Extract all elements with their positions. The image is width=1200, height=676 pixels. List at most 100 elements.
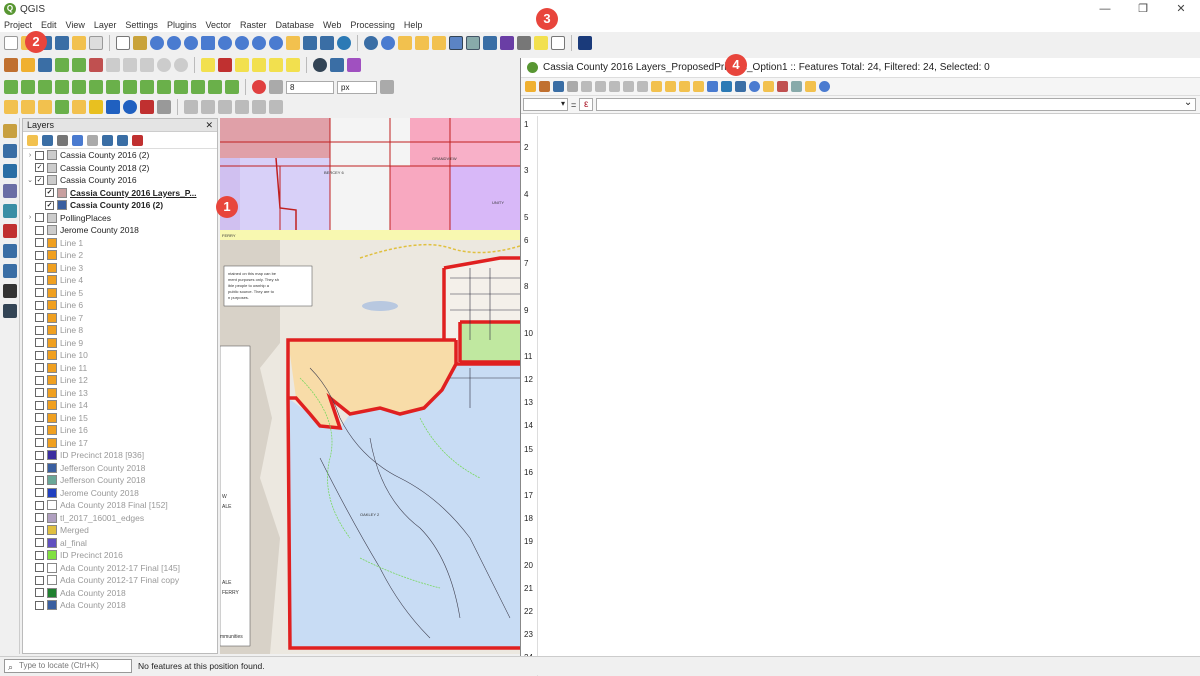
layer-item[interactable]: Ada County 2018 Final [152] bbox=[23, 499, 217, 512]
save-edits-icon[interactable] bbox=[38, 58, 52, 72]
redo-icon[interactable] bbox=[174, 58, 188, 72]
add-layer-icon[interactable] bbox=[3, 144, 17, 158]
layer-visibility-checkbox[interactable] bbox=[35, 413, 44, 423]
zoom-in-icon[interactable] bbox=[150, 36, 164, 50]
new-project-icon[interactable] bbox=[4, 36, 18, 50]
select-features-icon[interactable] bbox=[398, 36, 412, 50]
zoom-last-icon[interactable] bbox=[252, 36, 266, 50]
layer-visibility-checkbox[interactable] bbox=[35, 575, 44, 585]
curve-icon[interactable] bbox=[140, 100, 154, 114]
table-row-number[interactable]: 21 bbox=[521, 580, 537, 603]
bee-icon[interactable] bbox=[89, 100, 103, 114]
layer-visibility-checkbox[interactable] bbox=[35, 563, 44, 573]
expression-epsilon-button[interactable]: ε bbox=[579, 98, 594, 111]
map-svg[interactable]: GRANDVIEW UNITY BERCEY 6 FERRY ntained o… bbox=[220, 118, 520, 654]
text-annotation-icon[interactable] bbox=[551, 36, 565, 50]
globe-plugin-icon[interactable] bbox=[313, 58, 327, 72]
layer-item[interactable]: ✓ Cassia County 2016 Layers_P... bbox=[23, 187, 217, 200]
layer-visibility-checkbox[interactable] bbox=[35, 213, 44, 223]
layer-item[interactable]: Ada County 2018 bbox=[23, 587, 217, 600]
plugin-icon[interactable] bbox=[347, 58, 361, 72]
python-icon[interactable] bbox=[330, 58, 344, 72]
table-row-number[interactable]: 16 bbox=[521, 464, 537, 487]
table-row-number[interactable]: 2 bbox=[521, 139, 537, 162]
print-layout-icon[interactable] bbox=[72, 36, 86, 50]
offset-curve-icon[interactable] bbox=[140, 80, 154, 94]
layer-item[interactable]: Line 9 bbox=[23, 337, 217, 350]
locator-search-input[interactable]: ⌕ Type to locate (Ctrl+K) bbox=[4, 659, 132, 673]
add-wfs-layer-icon[interactable] bbox=[3, 264, 17, 278]
maximize-button[interactable]: ❐ bbox=[1124, 0, 1162, 18]
expand-toggle-icon[interactable]: › bbox=[25, 214, 35, 221]
rotate-feature-icon[interactable] bbox=[218, 100, 232, 114]
table-row-number[interactable]: 15 bbox=[521, 441, 537, 464]
layer-visibility-checkbox[interactable] bbox=[35, 225, 44, 235]
layer-visibility-checkbox[interactable] bbox=[35, 313, 44, 323]
select-by-expression-icon[interactable] bbox=[415, 36, 429, 50]
layer-item[interactable]: Line 13 bbox=[23, 387, 217, 400]
measure-icon[interactable] bbox=[517, 36, 531, 50]
menu-plugins[interactable]: Plugins bbox=[167, 20, 197, 30]
layer-item[interactable]: Line 12 bbox=[23, 374, 217, 387]
add-point-icon[interactable] bbox=[3, 224, 17, 238]
conditional-formatting-icon[interactable] bbox=[805, 81, 816, 92]
manage-map-themes-icon[interactable] bbox=[57, 134, 68, 146]
layer-item[interactable]: Merged bbox=[23, 524, 217, 537]
layer-visibility-checkbox[interactable] bbox=[35, 363, 44, 373]
add-ring-icon[interactable] bbox=[38, 80, 52, 94]
delete-ring-icon[interactable] bbox=[89, 80, 103, 94]
copy-icon[interactable] bbox=[123, 58, 137, 72]
merge-attributes-icon[interactable] bbox=[208, 80, 222, 94]
pin-labels-icon[interactable] bbox=[218, 58, 232, 72]
select-by-expression-table-icon[interactable] bbox=[651, 81, 662, 92]
move-feature-icon[interactable] bbox=[201, 100, 215, 114]
table-row-number[interactable]: 5 bbox=[521, 209, 537, 232]
add-vector-icon[interactable] bbox=[4, 100, 18, 114]
layer-item[interactable]: Line 4 bbox=[23, 274, 217, 287]
delete-selected-icon[interactable] bbox=[89, 58, 103, 72]
layer-visibility-checkbox[interactable] bbox=[35, 488, 44, 498]
identify-icon[interactable] bbox=[364, 36, 378, 50]
select-all-icon[interactable] bbox=[665, 81, 676, 92]
fill-ring-icon[interactable] bbox=[72, 80, 86, 94]
table-row-number[interactable]: 13 bbox=[521, 394, 537, 417]
add-feature-table-icon[interactable] bbox=[581, 81, 592, 92]
open-layer-styling-icon[interactable] bbox=[27, 134, 38, 146]
table-row-number[interactable]: 19 bbox=[521, 533, 537, 556]
table-row-number[interactable]: 12 bbox=[521, 371, 537, 394]
layer-visibility-checkbox[interactable] bbox=[35, 600, 44, 610]
advanced-digitize-icon[interactable] bbox=[184, 100, 198, 114]
layer-item[interactable]: ✓ Cassia County 2016 (2) bbox=[23, 199, 217, 212]
table-row-number[interactable]: 17 bbox=[521, 487, 537, 510]
snapping-magnet-icon[interactable] bbox=[252, 80, 266, 94]
deselect-icon[interactable] bbox=[432, 36, 446, 50]
statistics-sigma-icon[interactable] bbox=[500, 36, 514, 50]
zoom-native-icon[interactable] bbox=[184, 36, 198, 50]
menu-layer[interactable]: Layer bbox=[94, 20, 117, 30]
layer-item[interactable]: Line 17 bbox=[23, 437, 217, 450]
filter-select-icon[interactable] bbox=[707, 81, 718, 92]
remove-layer-icon[interactable] bbox=[132, 134, 143, 146]
delete-part-icon[interactable] bbox=[106, 80, 120, 94]
layer-visibility-checkbox[interactable] bbox=[35, 150, 44, 160]
layer-item[interactable]: tl_2017_16001_edges bbox=[23, 512, 217, 525]
trim-extend-icon[interactable] bbox=[269, 100, 283, 114]
layers-panel-close-icon[interactable]: ✕ bbox=[205, 119, 213, 132]
layer-visibility-checkbox[interactable] bbox=[35, 425, 44, 435]
add-virtual-layer-icon[interactable] bbox=[3, 304, 17, 318]
delete-field-icon[interactable] bbox=[777, 81, 788, 92]
layer-visibility-checkbox[interactable] bbox=[35, 375, 44, 385]
layer-visibility-checkbox[interactable]: ✓ bbox=[45, 200, 54, 210]
vertex-tool-icon[interactable] bbox=[72, 58, 86, 72]
layer-item[interactable]: › Cassia County 2016 (2) bbox=[23, 149, 217, 162]
table-row-number[interactable]: 22 bbox=[521, 603, 537, 626]
new-map-view-icon[interactable] bbox=[286, 36, 300, 50]
cut-feature-icon[interactable] bbox=[609, 81, 620, 92]
run-action-icon[interactable] bbox=[381, 36, 395, 50]
pan-to-selected-icon[interactable] bbox=[735, 81, 746, 92]
new-field-icon[interactable] bbox=[763, 81, 774, 92]
table-row-number[interactable]: 4 bbox=[521, 186, 537, 209]
add-raster-layer-icon[interactable] bbox=[3, 184, 17, 198]
layer-visibility-checkbox[interactable] bbox=[35, 288, 44, 298]
map-tips-icon[interactable] bbox=[534, 36, 548, 50]
